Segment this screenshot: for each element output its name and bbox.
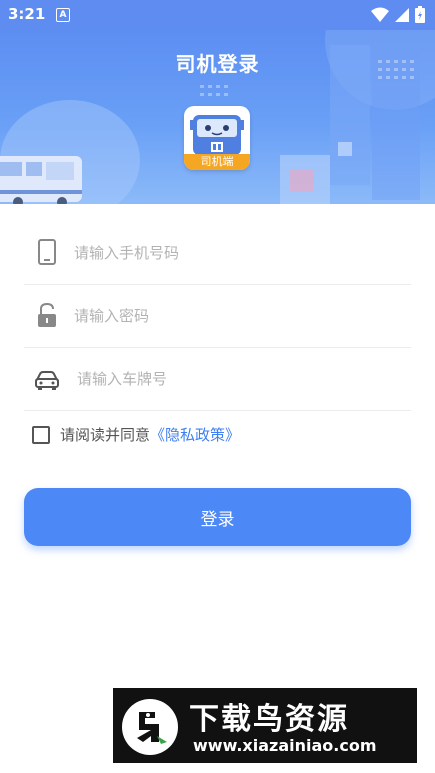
phone-icon [38, 239, 56, 265]
wifi-icon [371, 7, 389, 22]
status-icons [371, 6, 425, 23]
phone-field [24, 222, 411, 285]
login-button[interactable]: 登录 [24, 488, 411, 546]
plate-input[interactable] [75, 362, 399, 396]
privacy-policy-link[interactable]: 《隐私政策》 [150, 424, 240, 445]
watermark-title: 下载鸟资源 [189, 702, 349, 737]
signal-icon [395, 7, 409, 22]
battery-icon [415, 6, 425, 23]
agreement-row: 请阅读并同意 《隐私政策》 [32, 424, 240, 445]
notification-icon: A [56, 8, 70, 22]
bird-logo-icon [122, 699, 178, 755]
phone-input[interactable] [72, 236, 396, 270]
password-field [24, 285, 411, 348]
login-form [24, 222, 411, 411]
bus-mascot-icon [190, 115, 244, 155]
status-bar: 3:21 A [0, 0, 435, 30]
password-input[interactable] [72, 299, 396, 333]
car-icon [35, 371, 59, 390]
header-banner: 司机登录 司机端 [0, 30, 435, 204]
watermark-url: www.xiazainiao.com [193, 736, 377, 755]
agree-text: 请阅读并同意 [60, 426, 151, 444]
page-title: 司机登录 [175, 52, 260, 76]
status-time: 3:21 [8, 5, 46, 23]
app-logo: 司机端 [184, 106, 250, 170]
lock-icon [38, 302, 56, 327]
logo-caption: 司机端 [184, 154, 250, 170]
plate-field [24, 348, 411, 411]
bus-illustration [0, 156, 82, 204]
watermark-banner: 下载鸟资源 www.xiazainiao.com [113, 688, 417, 763]
agree-checkbox[interactable] [32, 425, 50, 444]
